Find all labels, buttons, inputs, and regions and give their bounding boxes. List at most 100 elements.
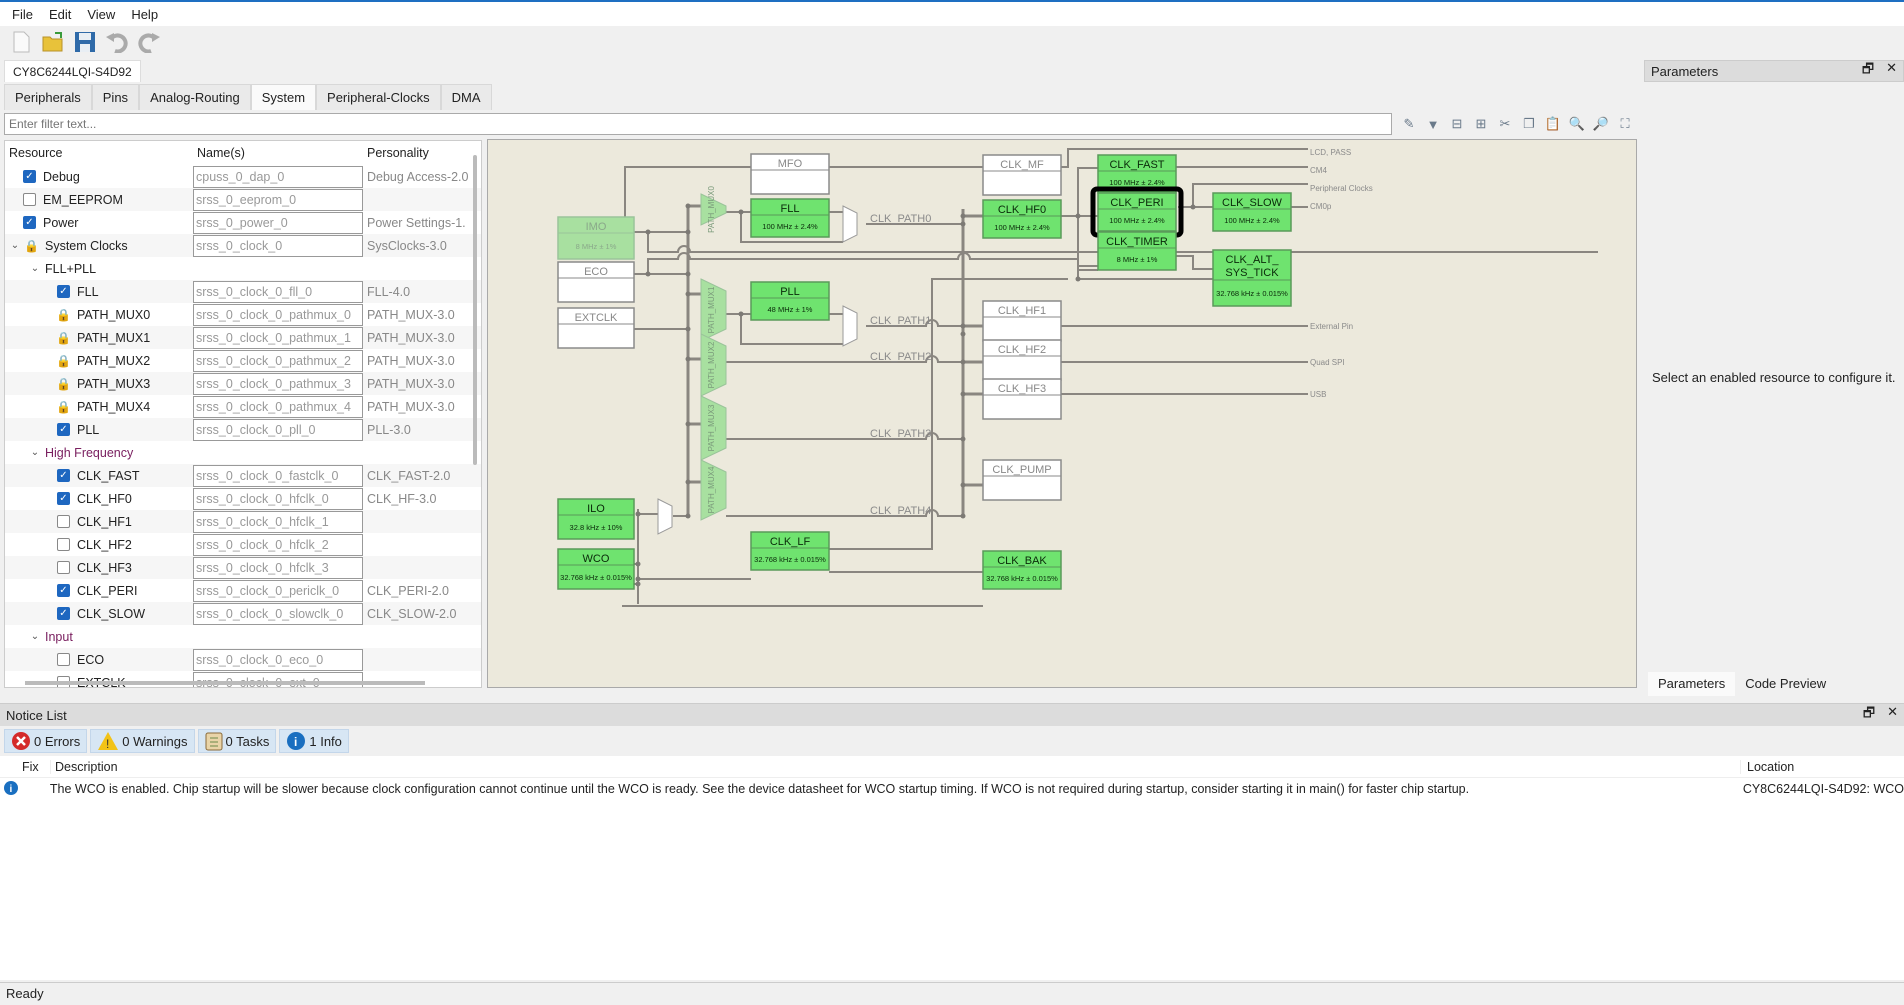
block-clk-timer[interactable]: CLK_TIMER 8 MHz ± 1% <box>1097 231 1177 271</box>
funnel-filter-icon[interactable]: ▼ <box>1424 115 1442 133</box>
expand-caret-icon[interactable]: ⌄ <box>29 447 41 458</box>
resource-row[interactable]: ✓ CLK_FAST srss_0_clock_0_fastclk_0 CLK_FAS… <box>5 464 481 487</box>
resource-name-field[interactable]: srss_0_clock_0_pathmux_3 <box>193 372 363 395</box>
resource-row[interactable]: ✓ PLL srss_0_clock_0_pll_0 PLL-3.0 <box>5 418 481 441</box>
selector-mux[interactable] <box>842 205 858 243</box>
resource-row[interactable]: CLK_HF2 srss_0_clock_0_hfclk_2 <box>5 533 481 556</box>
resource-row[interactable]: 🔒 PATH_MUX1 srss_0_clock_0_pathmux_1 PATH_M… <box>5 326 481 349</box>
block-wco[interactable]: WCO 32.768 kHz ± 0.015% <box>557 548 635 590</box>
resource-name-field[interactable]: srss_0_clock_0_pathmux_4 <box>193 395 363 418</box>
open-folder-icon[interactable] <box>40 29 66 55</box>
block-clk-bak[interactable]: CLK_BAK 32.768 kHz ± 0.015% <box>982 550 1062 590</box>
save-icon[interactable] <box>72 29 98 55</box>
resource-name-field[interactable]: srss_0_clock_0_pathmux_1 <box>193 326 363 349</box>
col-resource[interactable]: Resource <box>5 146 193 160</box>
resource-name-field[interactable]: cpuss_0_dap_0 <box>193 165 363 188</box>
block-ilo[interactable]: ILO 32.8 kHz ± 10% <box>557 498 635 540</box>
resource-checkbox[interactable]: ✓ <box>57 584 70 597</box>
resource-row[interactable]: ✓ CLK_SLOW srss_0_clock_0_slowclk_0 CLK_SLO… <box>5 602 481 625</box>
resource-checkbox[interactable] <box>23 193 36 206</box>
resource-row[interactable]: ✓ CLK_HF0 srss_0_clock_0_hfclk_0 CLK_HF-3.0 <box>5 487 481 510</box>
col-personality[interactable]: Personality <box>363 146 469 160</box>
float-panel-icon[interactable]: 🗗 <box>1863 704 1875 726</box>
expand-caret-icon[interactable]: ⌄ <box>29 631 41 642</box>
resource-row[interactable]: 🔒 PATH_MUX0 srss_0_clock_0_pathmux_0 PATH_M… <box>5 303 481 326</box>
warnings-filter-button[interactable]: ! 0 Warnings <box>90 729 195 753</box>
zoom-out-icon[interactable]: 🔎 <box>1592 115 1610 133</box>
resource-checkbox[interactable]: ✓ <box>57 607 70 620</box>
resource-row[interactable]: ✓ Debug cpuss_0_dap_0 Debug Access-2.0 <box>5 165 481 188</box>
resource-name-field[interactable]: srss_0_clock_0_eco_0 <box>193 648 363 671</box>
block-clk-mf[interactable]: CLK_MF <box>982 154 1062 196</box>
resource-checkbox[interactable] <box>57 653 70 666</box>
selector-mux[interactable] <box>842 305 858 347</box>
menu-help[interactable]: Help <box>123 7 166 22</box>
menu-edit[interactable]: Edit <box>41 7 79 22</box>
tab-peripheral-clocks[interactable]: Peripheral-Clocks <box>316 84 441 110</box>
collapse-all-icon[interactable]: ⊟ <box>1448 115 1466 133</box>
resource-row[interactable]: 🔒 PATH_MUX2 srss_0_clock_0_pathmux_2 PATH_M… <box>5 349 481 372</box>
resource-checkbox[interactable]: ✓ <box>23 170 36 183</box>
resource-name-field[interactable]: srss_0_clock_0_periclk_0 <box>193 579 363 602</box>
block-clk-hf1[interactable]: CLK_HF1 <box>982 300 1062 342</box>
block-eco[interactable]: ECO <box>557 261 635 303</box>
block-imo[interactable]: IMO 8 MHz ± 1% <box>557 216 635 260</box>
resource-name-field[interactable]: srss_0_clock_0_pathmux_2 <box>193 349 363 372</box>
block-clk-pump[interactable]: CLK_PUMP <box>982 459 1062 501</box>
horizontal-scrollbar[interactable] <box>25 681 425 685</box>
resource-row[interactable]: EXTCLKsrss_0_clock_0_ext_0 <box>5 671 481 687</box>
expand-caret-icon[interactable]: ⌄ <box>9 240 21 251</box>
tab-dma[interactable]: DMA <box>440 84 492 110</box>
resource-name-field[interactable]: srss_0_clock_0_slowclk_0 <box>193 602 363 625</box>
resource-row[interactable]: 🔒 PATH_MUX3 srss_0_clock_0_pathmux_3 PATH_M… <box>5 372 481 395</box>
resource-checkbox[interactable]: ✓ <box>57 285 70 298</box>
block-clk-slow[interactable]: CLK_SLOW 100 MHz ± 2.4% <box>1212 192 1292 232</box>
resource-row[interactable]: ⌄ Input <box>5 625 481 648</box>
resource-row[interactable]: ⌄ 🔒 System Clocks srss_0_clock_0 SysClocks-3… <box>5 234 481 257</box>
errors-filter-button[interactable]: 0 Errors <box>4 729 88 753</box>
float-panel-icon[interactable]: 🗗 <box>1862 60 1874 82</box>
block-clk-alt[interactable]: CLK_ALT_SYS_TICK 32.768 kHz ± 0.015% <box>1212 249 1292 307</box>
resource-name-field[interactable]: srss_0_clock_0_fll_0 <box>193 280 363 303</box>
block-mfo[interactable]: MFO <box>750 153 830 195</box>
col-fix[interactable]: Fix <box>22 760 50 774</box>
resource-checkbox[interactable]: ✓ <box>57 423 70 436</box>
selector-mux[interactable] <box>657 498 673 535</box>
menu-view[interactable]: View <box>79 7 123 22</box>
col-description[interactable]: Description <box>50 759 1740 774</box>
block-clk-hf0[interactable]: CLK_HF0 100 MHz ± 2.4% <box>982 199 1062 239</box>
notice-row[interactable]: i The WCO is enabled. Chip startup will … <box>0 778 1904 800</box>
block-fll[interactable]: FLL 100 MHz ± 2.4% <box>750 198 830 238</box>
undo-icon[interactable] <box>104 29 130 55</box>
block-clk-peri[interactable]: CLK_PERI 100 MHz ± 2.4% <box>1097 192 1177 232</box>
resource-row[interactable]: EM_EEPROM srss_0_eeprom_0 <box>5 188 481 211</box>
resource-row[interactable]: ⌄ FLL+PLL <box>5 257 481 280</box>
resource-row[interactable]: ⌄ High Frequency <box>5 441 481 464</box>
tab-pins[interactable]: Pins <box>91 84 140 110</box>
expand-all-icon[interactable]: ⊞ <box>1472 115 1490 133</box>
expand-caret-icon[interactable]: ⌄ <box>29 263 41 274</box>
vertical-scrollbar[interactable] <box>473 155 477 465</box>
block-pll[interactable]: PLL 48 MHz ± 1% <box>750 281 830 321</box>
new-file-icon[interactable] <box>8 29 34 55</box>
cut-icon[interactable]: ✂ <box>1496 115 1514 133</box>
tab-code-preview[interactable]: Code Preview <box>1735 672 1836 696</box>
filter-input[interactable] <box>4 113 1392 135</box>
redo-icon[interactable] <box>136 29 162 55</box>
resource-name-field[interactable]: srss_0_clock_0_hfclk_3 <box>193 556 363 579</box>
resource-checkbox[interactable]: ✓ <box>23 216 36 229</box>
resource-row[interactable]: CLK_HF1 srss_0_clock_0_hfclk_1 <box>5 510 481 533</box>
clear-filter-icon[interactable]: ✎ <box>1400 115 1418 133</box>
resource-checkbox[interactable] <box>57 515 70 528</box>
close-panel-icon[interactable]: ✕ <box>1886 60 1897 82</box>
block-clk-hf2[interactable]: CLK_HF2 <box>982 339 1062 381</box>
resource-checkbox[interactable] <box>57 538 70 551</box>
resource-checkbox[interactable] <box>57 561 70 574</box>
resource-name-field[interactable]: srss_0_clock_0 <box>193 234 363 257</box>
tab-system[interactable]: System <box>250 84 317 110</box>
resource-name-field[interactable]: srss_0_clock_0_pathmux_0 <box>193 303 363 326</box>
resource-name-field[interactable]: srss_0_eeprom_0 <box>193 188 363 211</box>
copy-icon[interactable]: ❐ <box>1520 115 1538 133</box>
tab-parameters[interactable]: Parameters <box>1648 672 1736 696</box>
tasks-filter-button[interactable]: 0 Tasks <box>197 729 277 753</box>
